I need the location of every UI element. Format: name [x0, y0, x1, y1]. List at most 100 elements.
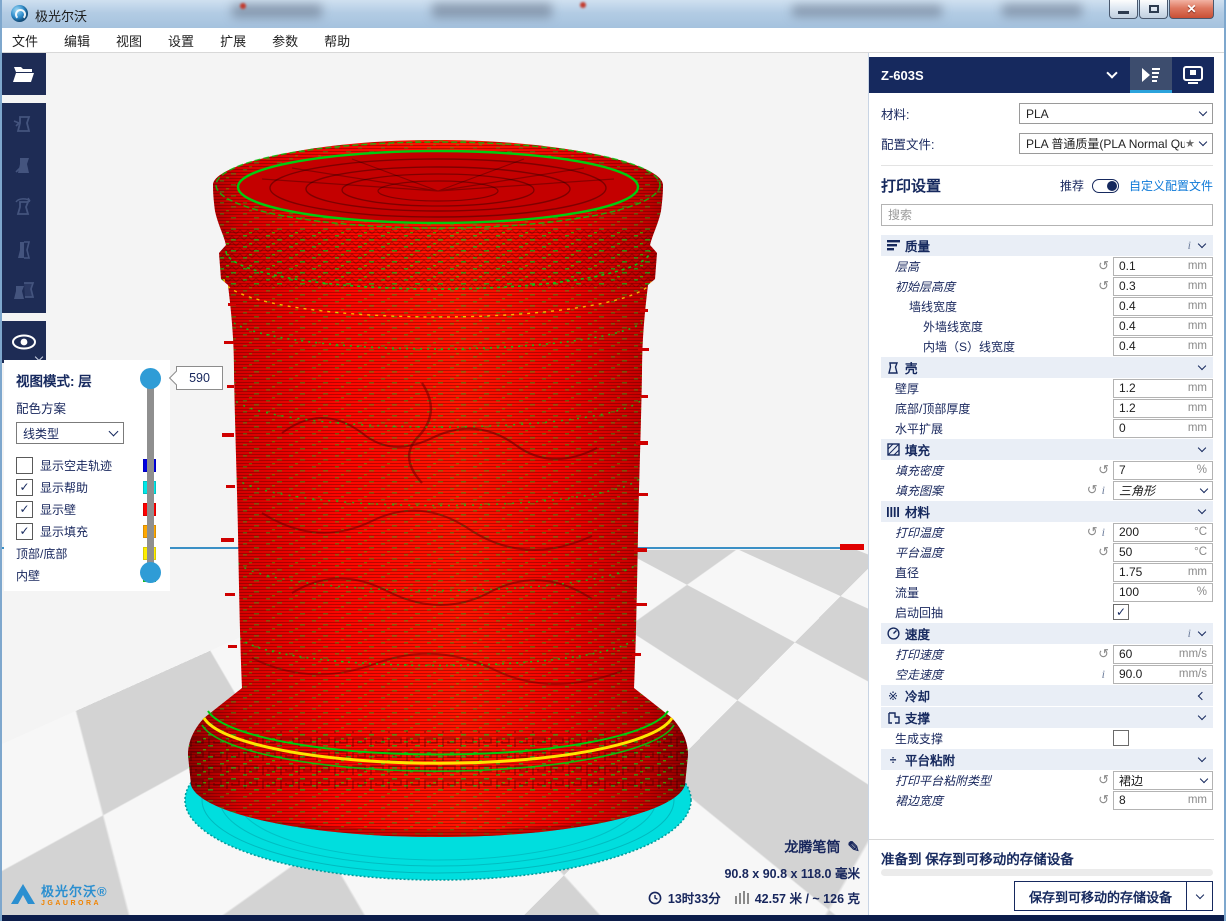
- save-to-removable-button[interactable]: 保存到可移动的存储设备: [1014, 881, 1187, 911]
- chevron-down-icon: [1198, 444, 1206, 452]
- material-select[interactable]: PLA: [1019, 103, 1213, 124]
- section-speed[interactable]: 速度 i: [881, 623, 1213, 644]
- section-title: 填充: [905, 440, 1199, 459]
- section-adhesion[interactable]: ÷ 平台粘附: [881, 749, 1213, 770]
- section-material[interactable]: 材料: [881, 501, 1213, 522]
- setting-input[interactable]: 90.0mm/s: [1113, 665, 1213, 684]
- setting-input[interactable]: 1.2mm: [1113, 399, 1213, 418]
- reset-icon[interactable]: ↺: [1098, 462, 1109, 478]
- scale-tool-button[interactable]: [2, 145, 46, 187]
- setting-input[interactable]: 100%: [1113, 583, 1213, 602]
- setting-input[interactable]: 0.1mm: [1113, 257, 1213, 276]
- reset-icon[interactable]: ↺: [1087, 482, 1098, 498]
- legend-label: 显示壁: [40, 501, 143, 518]
- menu-parameters[interactable]: 参数: [272, 31, 312, 50]
- prepare-preview-tab[interactable]: [1130, 57, 1172, 93]
- cooling-icon: ※: [883, 689, 903, 703]
- setting-input[interactable]: 0.4mm: [1113, 317, 1213, 336]
- travels-checkbox[interactable]: [16, 457, 33, 474]
- reset-icon[interactable]: ↺: [1098, 646, 1109, 662]
- 3d-viewport[interactable]: 视图模式: 层 配色方案 线类型 显示空走轨迹 ✓ 显示帮助 ✓ 显示壁: [2, 53, 868, 915]
- quality-icon: [883, 240, 903, 251]
- recommended-toggle[interactable]: [1092, 179, 1119, 193]
- profile-select[interactable]: PLA 普通质量(PLA Normal Qua ★: [1019, 133, 1213, 154]
- sliced-model-pen-holder[interactable]: [172, 133, 704, 883]
- reset-icon[interactable]: ↺: [1098, 544, 1109, 560]
- reset-icon[interactable]: ↺: [1098, 792, 1109, 808]
- title-bar[interactable]: 极光尔沃 ✕: [2, 0, 1224, 28]
- setting-input[interactable]: 200°C: [1113, 523, 1213, 542]
- view-mode-button[interactable]: [2, 321, 46, 363]
- setting-label: 内墙（S）线宽度: [923, 338, 1113, 355]
- section-cooling[interactable]: ※ 冷却: [881, 685, 1213, 706]
- setting-input[interactable]: 60mm/s: [1113, 645, 1213, 664]
- setting-input[interactable]: 0.3mm: [1113, 277, 1213, 296]
- close-button[interactable]: ✕: [1169, 0, 1214, 19]
- setting-select[interactable]: 裙边: [1113, 771, 1213, 790]
- search-input[interactable]: [881, 204, 1213, 226]
- mirror-tool-icon: [12, 238, 36, 262]
- custom-profile-link[interactable]: 自定义配置文件: [1129, 177, 1213, 194]
- setting-input[interactable]: 7%: [1113, 461, 1213, 480]
- setting-row-enable-retraction: 启动回抽 ✓: [881, 602, 1213, 622]
- machine-selector-bar[interactable]: Z-603S: [869, 57, 1214, 93]
- menu-file[interactable]: 文件: [12, 31, 52, 50]
- setting-row-print-speed: 打印速度 ↺ 60mm/s: [881, 644, 1213, 664]
- minimize-button[interactable]: [1109, 0, 1138, 19]
- section-support[interactable]: 支撑: [881, 707, 1213, 728]
- reset-icon[interactable]: ↺: [1098, 278, 1109, 294]
- menu-extensions[interactable]: 扩展: [220, 31, 260, 50]
- ready-status: 准备到 保存到可移动的存储设备: [881, 848, 1074, 868]
- reset-icon[interactable]: ↺: [1087, 524, 1098, 540]
- open-file-button[interactable]: [2, 53, 46, 95]
- info-icon: i: [1188, 626, 1191, 641]
- rename-pencil-icon[interactable]: ✎: [847, 838, 860, 856]
- infill-checkbox[interactable]: ✓: [16, 523, 33, 540]
- setting-select[interactable]: 三角形: [1113, 481, 1213, 500]
- setting-input[interactable]: 1.75mm: [1113, 563, 1213, 582]
- shell-checkbox[interactable]: ✓: [16, 501, 33, 518]
- helpers-checkbox[interactable]: ✓: [16, 479, 33, 496]
- layer-slider-bottom-handle[interactable]: [140, 562, 161, 583]
- menu-help[interactable]: 帮助: [324, 31, 364, 50]
- section-infill[interactable]: 填充: [881, 439, 1213, 460]
- setting-label: 初始层高度: [895, 278, 1098, 295]
- section-quality[interactable]: 质量 i: [881, 235, 1213, 256]
- setting-input[interactable]: 50°C: [1113, 543, 1213, 562]
- material-row: 材料: PLA: [881, 103, 1213, 124]
- generate-support-checkbox[interactable]: [1113, 730, 1129, 746]
- menu-settings[interactable]: 设置: [168, 31, 208, 50]
- maximize-button[interactable]: [1139, 0, 1168, 19]
- setting-label: 填充密度: [895, 462, 1098, 479]
- per-model-settings-button[interactable]: [2, 271, 46, 313]
- layer-slider-top-handle[interactable]: [140, 368, 161, 389]
- info-icon: i: [1188, 238, 1191, 253]
- setting-input[interactable]: 1.2mm: [1113, 379, 1213, 398]
- chevron-down-icon: [1106, 67, 1117, 78]
- setting-row-travel-speed: 空走速度 i 90.0mm/s: [881, 664, 1213, 684]
- move-tool-button[interactable]: [2, 103, 46, 145]
- mirror-tool-button[interactable]: [2, 229, 46, 271]
- setting-input[interactable]: 0.4mm: [1113, 337, 1213, 356]
- monitor-tab[interactable]: [1172, 57, 1214, 93]
- reset-icon[interactable]: ↺: [1098, 772, 1109, 788]
- print-settings-title: 打印设置: [881, 175, 1060, 196]
- color-scheme-select[interactable]: 线类型: [16, 422, 124, 444]
- save-options-button[interactable]: [1187, 881, 1213, 911]
- layer-slider-track[interactable]: [147, 378, 154, 572]
- legend-label: 内壁: [16, 567, 143, 584]
- chevron-down-icon: [1198, 362, 1206, 370]
- menu-view[interactable]: 视图: [116, 31, 156, 50]
- material-icon: [883, 506, 903, 518]
- section-shell[interactable]: 壳: [881, 357, 1213, 378]
- rotate-tool-button[interactable]: [2, 187, 46, 229]
- setting-input[interactable]: 0mm: [1113, 419, 1213, 438]
- menu-edit[interactable]: 编辑: [64, 31, 104, 50]
- retraction-checkbox[interactable]: ✓: [1113, 604, 1129, 620]
- material-label: 材料:: [881, 104, 909, 123]
- reset-icon[interactable]: ↺: [1098, 258, 1109, 274]
- setting-input[interactable]: 8mm: [1113, 791, 1213, 810]
- setting-row-wall-line-width: 墙线宽度 0.4mm: [881, 296, 1213, 316]
- setting-input[interactable]: 0.4mm: [1113, 297, 1213, 316]
- rotate-tool-icon: [12, 196, 36, 220]
